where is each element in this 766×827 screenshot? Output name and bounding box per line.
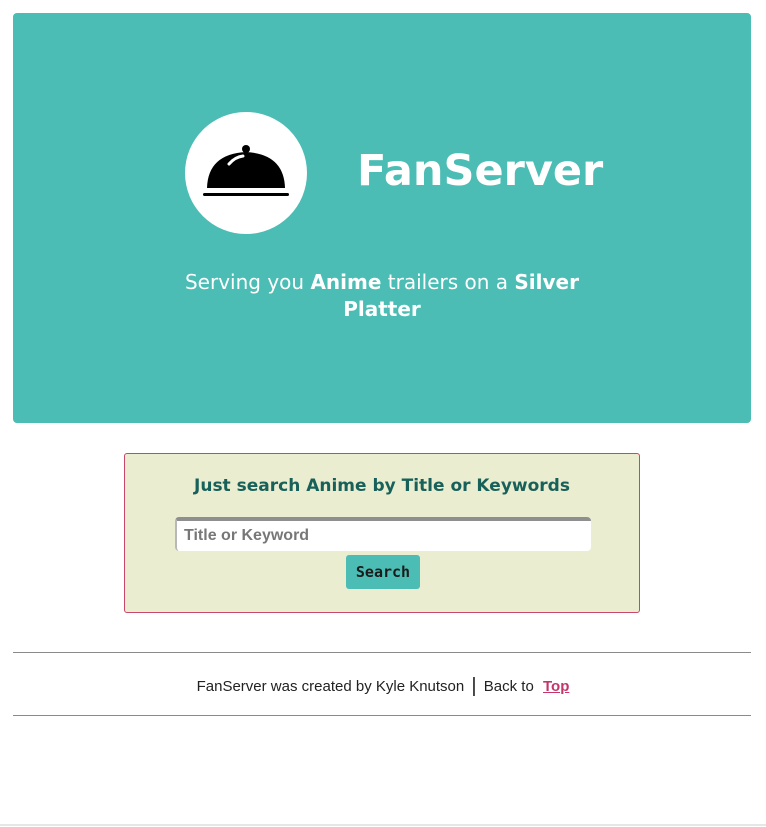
tagline-text-2: trailers on a: [381, 270, 515, 294]
footer-back-to: Back to: [483, 678, 534, 695]
tagline-anime: Anime: [310, 270, 382, 294]
divider-top: [13, 652, 751, 653]
footer-credit: FanServer was created by Kyle Knutson: [196, 678, 465, 695]
footer-separator: |: [471, 675, 477, 697]
tagline-text: Serving you: [184, 270, 311, 294]
back-to-top-link[interactable]: Top: [543, 678, 569, 695]
tagline: Serving you Anime trailers on a Silver P…: [163, 269, 601, 323]
brand-title: FanServer: [357, 146, 604, 196]
logo: [185, 112, 307, 234]
cloche-icon: [203, 145, 289, 196]
footer: FanServer was created by Kyle Knutson | …: [0, 675, 766, 698]
search-button[interactable]: Search: [346, 555, 420, 589]
divider-bottom: [13, 715, 751, 716]
search-card: Just search Anime by Title or Keywords S…: [124, 453, 640, 613]
search-heading: Just search Anime by Title or Keywords: [194, 476, 570, 496]
page-bottom-border: [0, 824, 766, 826]
search-input[interactable]: [175, 517, 591, 551]
hero-banner: FanServer Serving you Anime trailers on …: [13, 13, 751, 423]
